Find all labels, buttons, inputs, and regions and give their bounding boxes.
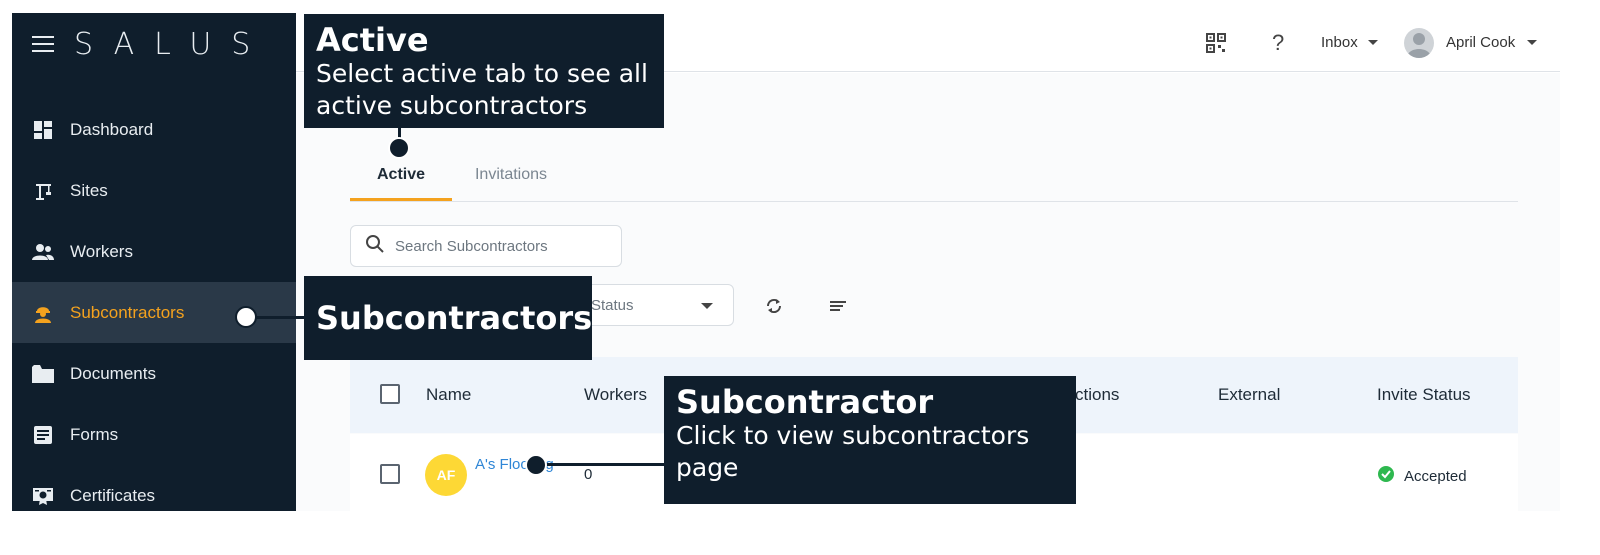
sidebar-item-dashboard[interactable]: Dashboard [12,99,296,160]
sidebar-item-label: Certificates [70,485,156,505]
sidebar-item-label: Forms [70,424,119,444]
sidebar-item-label: Subcontractors [70,302,185,322]
search-icon [365,234,385,259]
brand: SALUS [32,26,271,62]
subcontractor-avatar: AF [425,454,467,496]
sidebar-nav: Dashboard Sites Workers Subcontractors D… [12,99,296,511]
status-filter-label: Status [591,296,634,314]
search-input[interactable] [395,237,605,255]
people-icon [32,241,54,263]
refresh-icon[interactable] [758,290,790,322]
menu-icon[interactable] [32,36,54,52]
chevron-down-icon [1527,40,1538,45]
crane-icon [32,180,54,202]
user-menu[interactable]: April Cook [1404,13,1538,72]
form-icon [32,424,54,446]
select-all-checkbox[interactable] [380,384,400,404]
sort-icon[interactable] [822,290,854,322]
sidebar-item-workers[interactable]: Workers [12,221,296,282]
hardhat-worker-icon [32,302,54,324]
sidebar-item-certificates[interactable]: Certificates [12,465,296,511]
avatar [1404,27,1434,58]
callout-subcontractors: Subcontractors [304,276,592,360]
column-header-actions[interactable]: ctions [1075,357,1119,433]
callout-active: Active Select active tab to see all acti… [304,14,664,128]
callout-description: Click to view subcontractors page [676,421,1030,482]
sidebar-item-label: Dashboard [70,119,154,139]
qr-code-icon[interactable] [1206,13,1226,72]
sidebar-item-label: Documents [70,363,156,383]
invite-status-label: Accepted [1404,467,1467,485]
column-header-workers[interactable]: Workers [584,357,647,433]
row-checkbox[interactable] [380,464,400,484]
sidebar-item-forms[interactable]: Forms [12,404,296,465]
callout-description: Select active tab to see all active subc… [316,59,648,120]
callout-title: Subcontractors [316,299,593,337]
certificate-icon [32,485,54,507]
dashboard-icon [32,119,54,141]
search-box [350,225,622,267]
sidebar-item-sites[interactable]: Sites [12,160,296,221]
invite-status: Accepted [1378,466,1467,486]
workers-count: 0 [584,466,593,483]
callout-title: Subcontractor [676,383,934,421]
column-header-external[interactable]: External [1218,357,1280,433]
screenshot-stage: SALUS Dashboard Sites Workers Subcontrac… [0,0,1600,555]
callout-title: Active [316,21,429,59]
user-name: April Cook [1446,34,1516,51]
app-logo: SALUS [74,26,271,62]
column-header-invite-status[interactable]: Invite Status [1377,357,1471,433]
help-icon[interactable]: ? [1272,13,1284,72]
sidebar-item-documents[interactable]: Documents [12,343,296,404]
inbox-label: Inbox [1321,34,1358,51]
sidebar-item-label: Sites [70,180,108,200]
chevron-down-icon [1367,40,1378,45]
folder-icon [32,363,54,385]
callout-subcontractor: Subcontractor Click to view subcontracto… [664,376,1076,504]
chevron-down-icon [701,303,713,309]
sidebar-item-label: Workers [70,241,133,261]
callout-connector [255,316,305,319]
tab-invitations[interactable]: Invitations [460,150,562,200]
callout-connector [544,463,666,466]
callout-dot [235,306,257,328]
callout-dot [388,137,410,159]
sidebar: SALUS Dashboard Sites Workers Subcontrac… [12,13,296,511]
check-circle-icon [1378,466,1394,486]
callout-dot [525,454,547,476]
column-header-name[interactable]: Name [426,357,471,433]
tabs-divider [350,201,1518,202]
inbox-dropdown[interactable]: Inbox [1321,13,1378,72]
